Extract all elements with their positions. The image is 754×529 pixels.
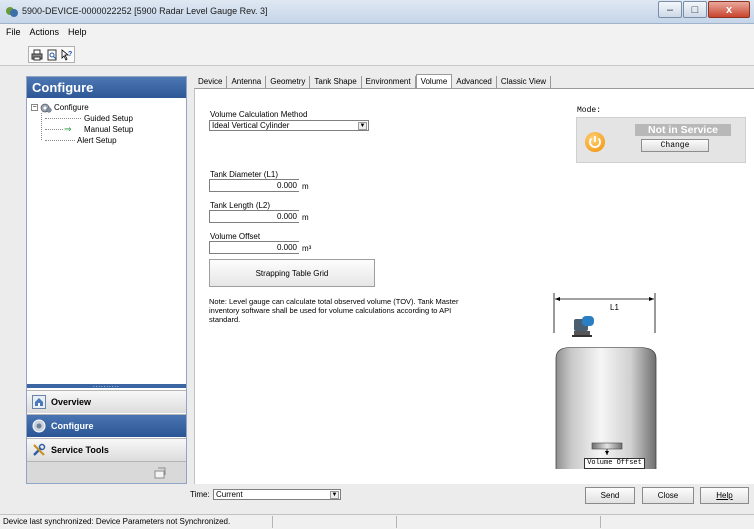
collapse-icon[interactable]: − (31, 104, 38, 112)
send-button[interactable]: Send (585, 487, 635, 504)
bottom-bar: Time: Current ▼ Send Close Help (190, 486, 754, 510)
sidebar-splitter[interactable]: .......... (27, 383, 186, 389)
diameter-label: Tank Diameter (L1) (210, 170, 279, 179)
time-label: Time: (190, 490, 210, 499)
splitter-grip: .......... (93, 383, 120, 389)
tree-item-label: Guided Setup (84, 114, 133, 123)
tree-branch-line (45, 140, 75, 141)
tools-icon (33, 443, 46, 456)
status-separator (396, 516, 397, 528)
status-bar: Device last synchronized: Device Paramet… (0, 514, 754, 529)
minimize-button[interactable]: – (658, 1, 682, 18)
help-pointer-button[interactable]: ? (59, 47, 74, 62)
minimize-icon: – (666, 4, 674, 16)
mode-label: Mode: (577, 106, 602, 115)
status-separator (272, 516, 273, 528)
tank-diameter-field[interactable]: 0.000 (209, 179, 299, 192)
close-window-button[interactable]: x (708, 1, 750, 18)
offset-label: Volume Offset (210, 232, 261, 241)
sidebar-header: Configure (27, 77, 186, 98)
selected-arrow-icon: ⇒ (64, 124, 72, 134)
tank-base (591, 442, 623, 450)
window-controls: – □ x (657, 1, 750, 19)
print-preview-icon (47, 49, 56, 60)
tree-root-configure[interactable]: − Configure (31, 102, 186, 113)
volume-method-value: Ideal Vertical Cylinder (212, 121, 290, 130)
length-unit: m (302, 213, 309, 222)
tree-item-label: Manual Setup (84, 125, 134, 134)
sync-status: Device last synchronized: Device Paramet… (3, 517, 231, 526)
nav-configure-label: Configure (51, 421, 94, 431)
tab-strip: Device Antenna Geometry Tank Shape Envir… (194, 74, 552, 89)
close-button[interactable]: Close (642, 487, 694, 504)
nav-overview-button[interactable]: Overview (27, 390, 186, 413)
print-preview-button[interactable] (44, 47, 59, 62)
tree-item-label: Alert Setup (77, 136, 117, 145)
status-separator (600, 516, 601, 528)
offset-unit: m³ (302, 244, 312, 253)
nav-configure-button[interactable]: Configure (27, 414, 186, 437)
tree-branch-line (45, 129, 63, 130)
nav-overview-label: Overview (51, 397, 92, 407)
tree-item-guided-setup[interactable]: Guided Setup (31, 113, 186, 124)
sidebar-footer (27, 461, 186, 483)
collapse-panel-icon[interactable] (154, 467, 166, 479)
strapping-table-button[interactable]: Strapping Table Grid (209, 259, 375, 287)
chevron-down-icon[interactable]: ▼ (358, 122, 367, 130)
mode-status: Not in Service (635, 124, 731, 136)
time-select[interactable]: Current ▼ (213, 489, 341, 500)
chevron-down-icon[interactable]: ▼ (330, 491, 339, 499)
menu-help[interactable]: Help (68, 27, 87, 37)
configure-gear-icon (32, 419, 46, 433)
tree-item-alert-setup[interactable]: Alert Setup (31, 135, 186, 146)
power-icon (585, 132, 605, 152)
nav-service-tools-label: Service Tools (51, 445, 109, 455)
time-value: Current (216, 490, 243, 499)
help-button[interactable]: Help (700, 487, 749, 504)
volume-note: Note: Level gauge can calculate total ob… (209, 297, 459, 324)
tank-diagram: L1 (553, 293, 657, 469)
toolbar-group: ? (28, 46, 75, 63)
configure-tree: − Configure Guided Setup ⇒ Manual Setup A… (27, 98, 186, 146)
radar-gauge-icon (572, 316, 594, 337)
nav-service-tools-button[interactable]: Service Tools (27, 438, 186, 461)
volume-panel: Volume Calculation Method Ideal Vertical… (194, 88, 754, 484)
window-title: 5900-DEVICE-0000022252 [5900 Radar Level… (22, 6, 268, 16)
menu-file[interactable]: File (6, 27, 21, 37)
menu-bar: File Actions Help (0, 24, 754, 40)
gear-icon (40, 103, 52, 113)
svg-text:?: ? (68, 51, 72, 58)
app-icon (6, 7, 18, 17)
tree-root-label: Configure (54, 103, 89, 112)
close-icon: x (725, 4, 733, 16)
volume-method-select[interactable]: Ideal Vertical Cylinder ▼ (209, 120, 369, 131)
home-icon (32, 395, 46, 409)
l1-dimension (553, 293, 656, 333)
change-mode-button[interactable]: Change (641, 139, 709, 152)
length-label: Tank Length (L2) (210, 201, 271, 210)
help-pointer-icon: ? (61, 48, 72, 61)
print-icon (31, 49, 42, 60)
volume-offset-diagram-label: Volume Offset (584, 458, 645, 469)
tree-branch-line (45, 118, 81, 119)
title-bar: 5900-DEVICE-0000022252 [5900 Radar Level… (0, 0, 754, 24)
mode-panel: Not in Service Change (576, 117, 746, 163)
tree-item-manual-setup[interactable]: ⇒ Manual Setup (31, 124, 186, 135)
diameter-unit: m (302, 182, 309, 191)
menu-actions[interactable]: Actions (30, 27, 60, 37)
tank-diameter-value: 0.000 (276, 181, 297, 190)
maximize-icon: □ (691, 4, 699, 16)
tank-length-value: 0.000 (276, 212, 297, 221)
print-button[interactable] (29, 47, 44, 62)
volume-offset-value: 0.000 (276, 243, 297, 252)
volume-offset-field[interactable]: 0.000 (209, 241, 299, 254)
tab-volume[interactable]: Volume (415, 74, 453, 89)
maximize-button[interactable]: □ (683, 1, 707, 18)
tank-body (555, 347, 657, 469)
tank-length-field[interactable]: 0.000 (209, 210, 299, 223)
sidebar: Configure − Configure Guided Setup ⇒ Manu… (26, 76, 187, 484)
l1-label: L1 (610, 303, 619, 312)
method-label: Volume Calculation Method (210, 110, 308, 119)
toolbar: ? (0, 40, 754, 66)
